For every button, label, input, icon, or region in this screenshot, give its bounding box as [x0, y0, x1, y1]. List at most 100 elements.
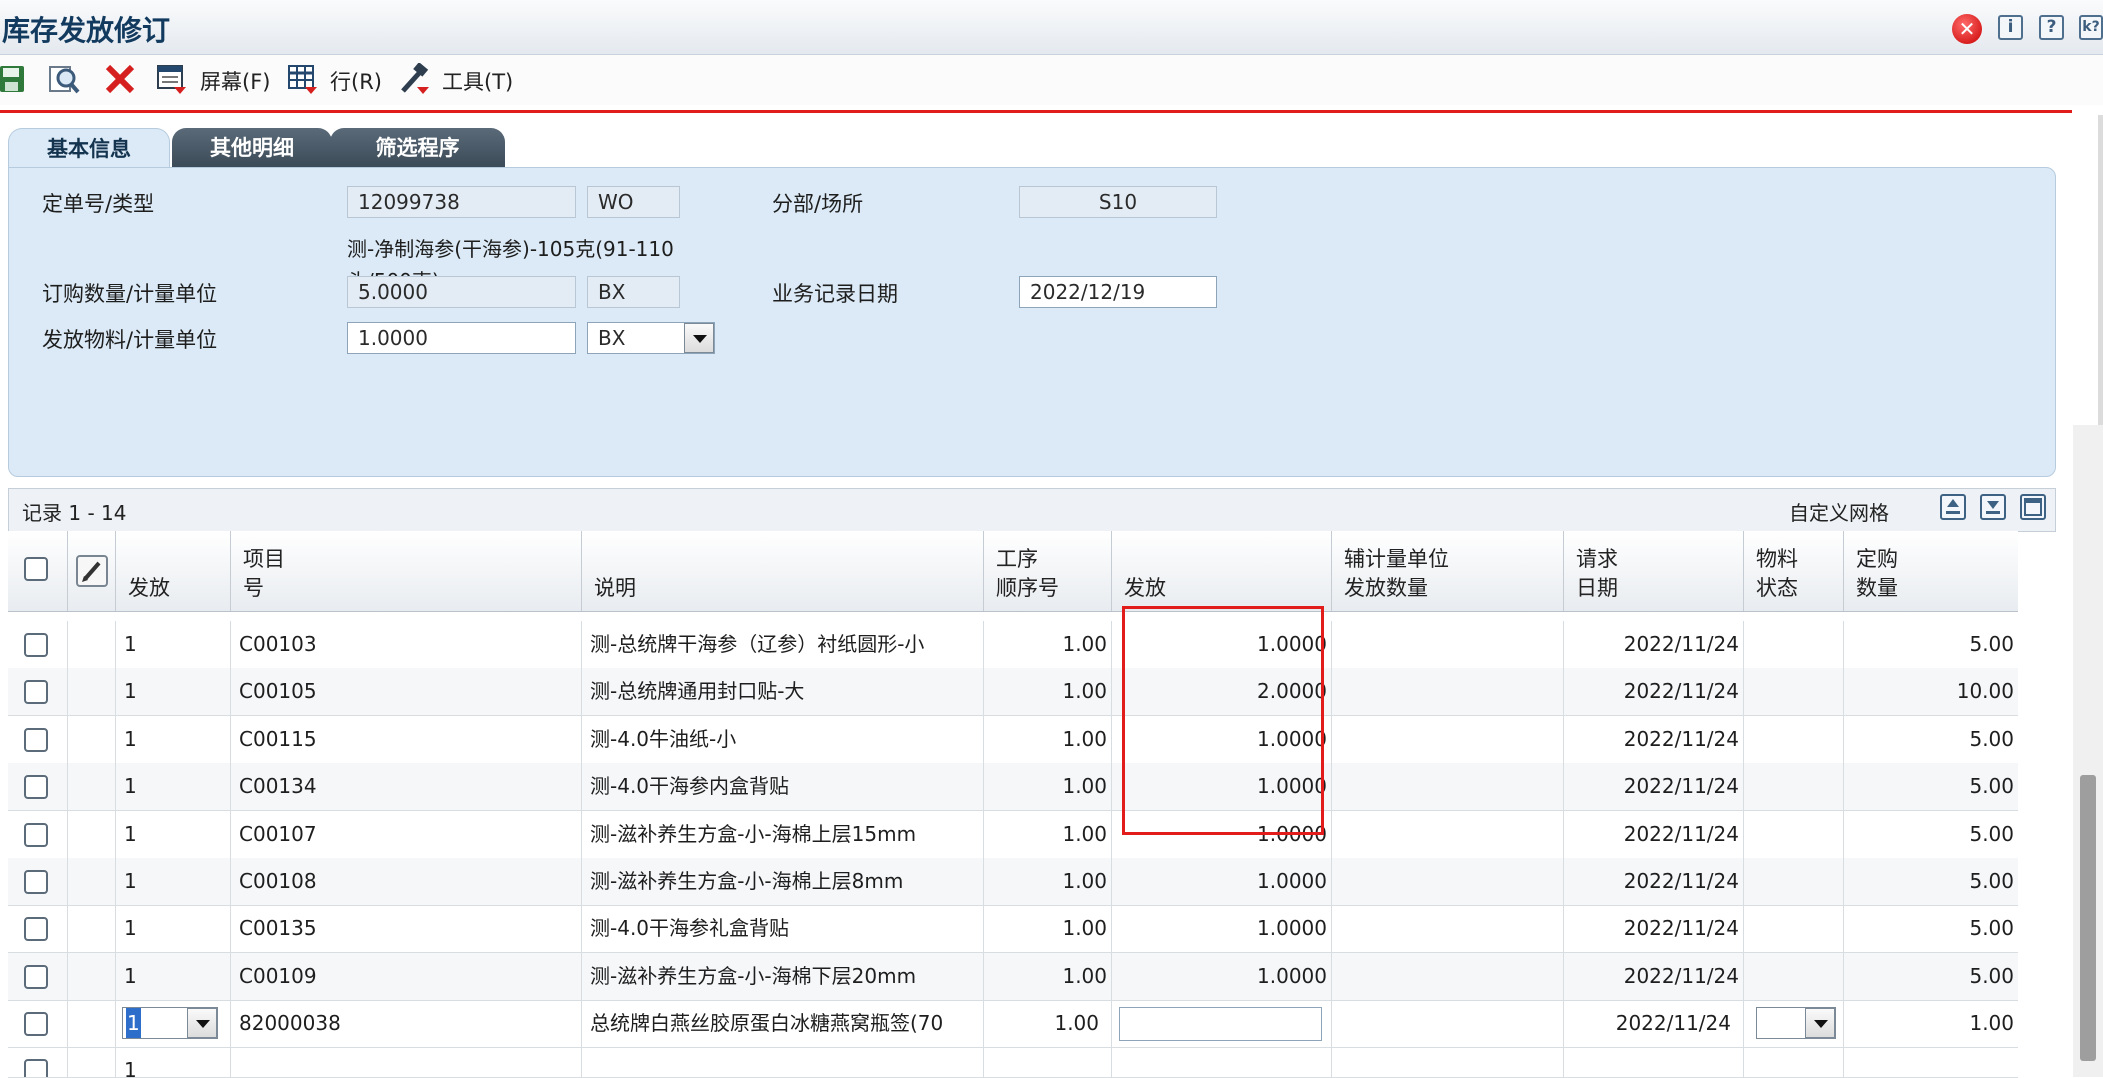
issue-qty-input[interactable]: 1.0000	[347, 322, 576, 354]
chevron-down-icon[interactable]	[1805, 1008, 1835, 1038]
table-row[interactable]: 1 C00109 测-滋补养生方盒-小-海棉下层20mm 1.00 1.0000 2022…	[8, 952, 2018, 1001]
find-icon[interactable]	[48, 63, 80, 95]
issue-cell[interactable]: 1	[116, 810, 231, 858]
secondary-uom-cell[interactable]	[1332, 763, 1564, 811]
item-no-cell[interactable]: 82000038	[231, 1000, 582, 1047]
grid-scrollbar-thumb[interactable]	[2080, 775, 2096, 1061]
table-row[interactable]: 1 C00108 测-滋补养生方盒-小-海棉上层8mm 1.00 1.0000 2022/…	[8, 858, 2018, 906]
secondary-uom-cell[interactable]	[1332, 715, 1564, 763]
row-checkbox[interactable]	[24, 822, 48, 847]
material-status-cell[interactable]	[1744, 668, 1844, 716]
issue-cell[interactable]: 1	[116, 858, 231, 905]
request-date-cell[interactable]: 2022/11/24	[1564, 1000, 1744, 1047]
material-status-cell[interactable]	[1744, 905, 1844, 953]
order-qty-cell[interactable]: 5.00	[1844, 858, 2018, 905]
material-status-cell[interactable]	[1744, 810, 1844, 858]
row-checkbox[interactable]	[24, 870, 48, 894]
request-date-cell[interactable]: 2022/11/24	[1564, 715, 1744, 763]
secondary-uom-cell[interactable]	[1332, 621, 1564, 668]
order-qty-cell[interactable]: 5.00	[1844, 953, 2018, 1000]
item-no-cell[interactable]: C00103	[231, 621, 582, 668]
issue-qty-cell[interactable]: 1.0000	[1112, 952, 1332, 1000]
issue-cell[interactable]: 1	[116, 715, 231, 763]
help-icon[interactable]: ?	[2039, 15, 2064, 40]
item-no-cell[interactable]: C00135	[231, 905, 582, 953]
secondary-uom-cell[interactable]	[1332, 905, 1564, 953]
op-seq-cell[interactable]: 1.00	[984, 668, 1112, 716]
issue-cell[interactable]: 1	[116, 952, 231, 1000]
request-date-cell[interactable]: 2022/11/24	[1564, 952, 1744, 1000]
item-no-cell[interactable]: C00115	[231, 715, 582, 763]
secondary-uom-cell[interactable]	[1332, 1000, 1564, 1047]
row-menu[interactable]: 行(R)	[330, 66, 382, 96]
request-date-cell[interactable]: 2022/11/24	[1564, 858, 1744, 905]
import-icon[interactable]	[1980, 494, 2006, 520]
row-checkbox[interactable]	[24, 775, 48, 800]
issue-qty-input[interactable]	[1119, 1007, 1322, 1041]
order-qty-cell[interactable]: 5.00	[1844, 905, 2018, 952]
description-cell[interactable]: 测-4.0干海参内盒背贴	[582, 763, 984, 811]
secondary-uom-cell[interactable]	[1332, 810, 1564, 858]
op-seq-cell[interactable]: 1.00	[984, 905, 1112, 953]
row-icon[interactable]	[287, 63, 319, 95]
order-qty-cell[interactable]: 5.00	[1844, 716, 2018, 763]
issue-cell[interactable]: 1	[116, 763, 231, 811]
item-no-cell[interactable]: C00107	[231, 810, 582, 858]
description-cell[interactable]: 测-滋补养生方盒-小-海棉上层8mm	[582, 858, 984, 905]
op-seq-cell[interactable]: 1.00	[984, 621, 1112, 668]
tools-icon[interactable]	[399, 63, 431, 95]
op-seq-cell[interactable]: 1.00	[984, 810, 1112, 858]
order-qty-cell[interactable]: 5.00	[1844, 763, 2018, 810]
chevron-down-icon[interactable]	[187, 1008, 217, 1038]
table-row[interactable]: 1 C00107 测-滋补养生方盒-小-海棉上层15mm 1.00 1.0000 2022…	[8, 810, 2018, 859]
description-cell[interactable]: 测-4.0牛油纸-小	[582, 715, 984, 763]
material-status-select[interactable]	[1756, 1007, 1836, 1039]
item-no-cell[interactable]: C00109	[231, 952, 582, 1000]
request-date-cell[interactable]: 2022/11/24	[1564, 621, 1744, 668]
request-date-cell[interactable]: 2022/11/24	[1564, 668, 1744, 716]
secondary-uom-cell[interactable]	[1332, 952, 1564, 1000]
op-seq-cell[interactable]: 1.00	[984, 858, 1112, 905]
op-seq-cell[interactable]: 1.00	[984, 715, 1112, 763]
description-cell[interactable]: 测-滋补养生方盒-小-海棉下层20mm	[582, 952, 984, 1000]
delete-icon[interactable]	[104, 63, 136, 95]
material-status-cell[interactable]	[1744, 621, 1844, 668]
issue-qty-cell[interactable]: 1.0000	[1112, 858, 1332, 905]
issue-select[interactable]: 1	[122, 1007, 218, 1039]
issue-cell[interactable]: 1	[116, 1047, 231, 1077]
txn-date-input[interactable]: 2022/12/19	[1019, 276, 1217, 308]
description-cell[interactable]: 总统牌白燕丝胶原蛋白冰糖燕窝瓶签(70	[582, 1000, 984, 1047]
close-icon[interactable]: ✕	[1952, 14, 1982, 44]
edit-pencil-icon[interactable]	[76, 555, 108, 587]
table-row[interactable]: 1 C00135 测-4.0干海参礼盒背贴 1.00 1.0000 2022/11/24 5…	[8, 905, 2018, 954]
description-cell[interactable]: 测-总统牌干海参（辽参）衬纸圆形-小	[582, 621, 984, 668]
maximize-grid-icon[interactable]	[2020, 494, 2046, 520]
material-status-cell[interactable]	[1744, 952, 1844, 1000]
description-cell[interactable]: 测-总统牌通用封口贴-大	[582, 668, 984, 716]
chevron-down-icon[interactable]	[684, 323, 714, 353]
screen-menu[interactable]: 屏幕(F)	[200, 66, 270, 96]
table-row[interactable]: 1 C00134 测-4.0干海参内盒背贴 1.00 1.0000 2022/11/24 5…	[8, 763, 2018, 812]
order-qty-cell[interactable]: 1.00	[1844, 1000, 2018, 1047]
item-no-cell[interactable]: C00108	[231, 858, 582, 905]
order-qty-cell[interactable]: 5.00	[1844, 621, 2018, 668]
table-row[interactable]: 1 C00103 测-总统牌干海参（辽参）衬纸圆形-小 1.00 1.0000 2022/…	[8, 621, 2018, 669]
secondary-uom-cell[interactable]	[1332, 858, 1564, 905]
material-status-cell[interactable]	[1744, 858, 1844, 905]
row-checkbox[interactable]	[24, 964, 48, 989]
issue-cell[interactable]: 1	[116, 621, 231, 668]
export-icon[interactable]	[1940, 494, 1966, 520]
row-checkbox[interactable]	[24, 680, 48, 705]
material-status-cell[interactable]	[1744, 763, 1844, 811]
row-checkbox[interactable]	[24, 917, 48, 942]
request-date-cell[interactable]: 2022/11/24	[1564, 905, 1744, 953]
op-seq-cell[interactable]: 1.00	[984, 952, 1112, 1000]
order-qty-cell[interactable]: 5.00	[1844, 811, 2018, 858]
info-icon[interactable]: i	[1998, 15, 2023, 40]
tab-filter-program[interactable]: 筛选程序	[330, 128, 505, 168]
item-no-cell[interactable]: C00105	[231, 668, 582, 716]
context-help-icon[interactable]: k?	[2079, 15, 2103, 40]
order-qty-cell[interactable]: 10.00	[1844, 668, 2018, 715]
secondary-uom-cell[interactable]	[1332, 668, 1564, 716]
row-checkbox[interactable]	[24, 1059, 48, 1077]
